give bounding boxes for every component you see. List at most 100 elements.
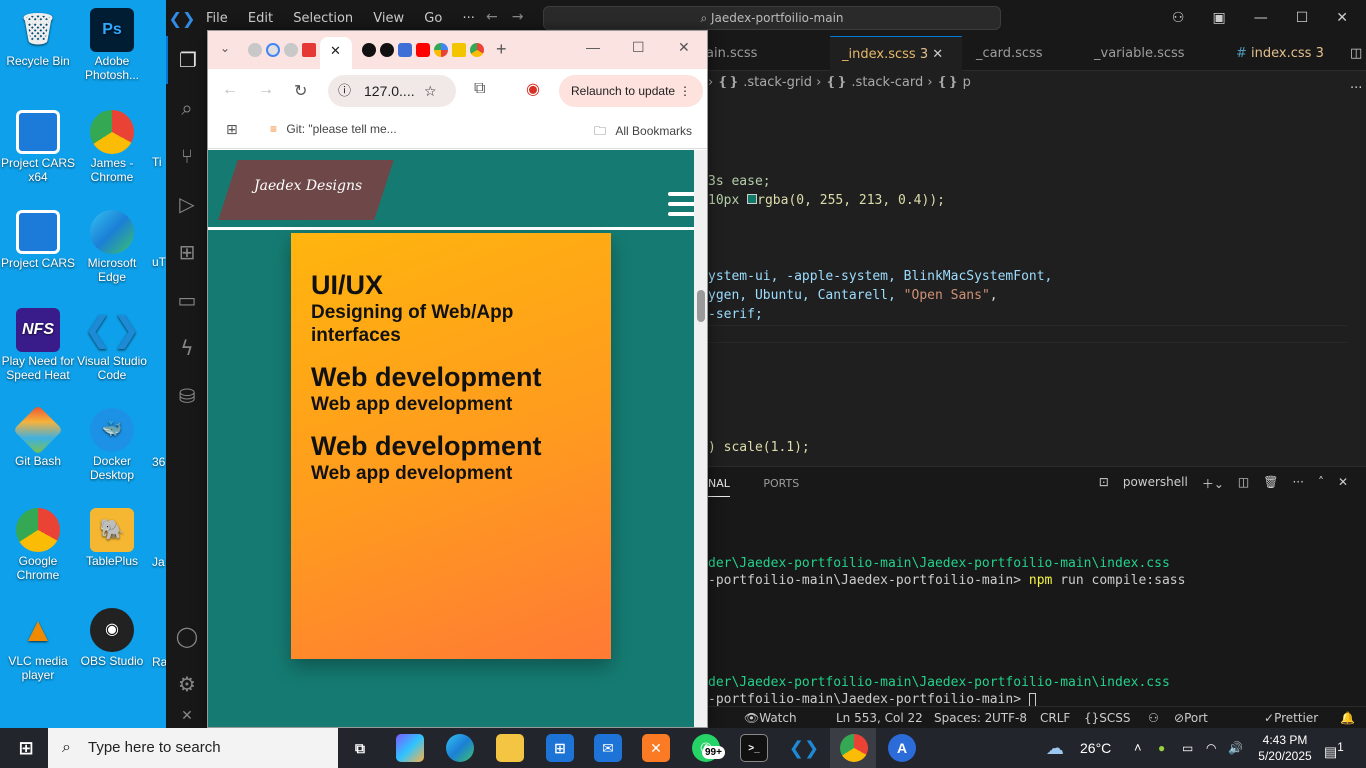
tab-ports[interactable]: PORTS xyxy=(763,477,799,490)
more-icon[interactable]: ··· xyxy=(1292,475,1303,492)
relaunch-to-update-button[interactable]: Relaunch to update ⋮ xyxy=(559,75,703,107)
weather-temp[interactable]: 26°C xyxy=(1080,728,1111,768)
start-windows-icon[interactable]: ⊞ xyxy=(12,734,40,762)
tab-variable-scss[interactable]: _variable.scss xyxy=(1082,36,1197,71)
site-logo-text[interactable]: Jaedex Designs xyxy=(254,178,362,194)
copilot-icon[interactable]: ⚇ xyxy=(1172,10,1185,26)
new-tab-icon[interactable]: + xyxy=(496,39,507,60)
xampp-icon[interactable]: ✕ xyxy=(642,734,670,762)
shell-name[interactable]: powershell xyxy=(1123,475,1188,492)
reload-icon[interactable]: ↻ xyxy=(294,81,307,101)
openai-favicon-icon[interactable] xyxy=(380,43,394,57)
stack-favicon-icon[interactable] xyxy=(452,43,466,57)
battery-icon[interactable]: ▭ xyxy=(1182,728,1193,768)
mail-icon[interactable]: ✉ xyxy=(594,734,622,762)
menu-view[interactable]: View xyxy=(373,11,404,26)
weather-icon[interactable]: ☁ xyxy=(1046,728,1064,768)
tab-index-css[interactable]: # index.css 3 xyxy=(1224,36,1336,71)
back-arrow-icon[interactable]: ← xyxy=(486,9,512,25)
menu-selection[interactable]: Selection xyxy=(293,11,353,26)
tray-app-icon[interactable]: ● xyxy=(1158,728,1165,768)
line-endings[interactable]: CRLF xyxy=(1040,707,1070,729)
openai-favicon-icon[interactable] xyxy=(362,43,376,57)
tray-chevron-icon[interactable]: ˄ xyxy=(1134,728,1142,768)
close-window-icon[interactable]: ✕ xyxy=(678,39,690,56)
menu-more[interactable]: ··· xyxy=(462,11,474,26)
active-tab[interactable]: ✕ xyxy=(320,37,352,69)
settings-gear-icon[interactable]: ⚙ xyxy=(166,660,208,708)
jb-favicon-icon[interactable] xyxy=(398,43,412,57)
language-mode[interactable]: {} SCSS xyxy=(1084,707,1131,729)
tab-main-scss[interactable]: ain.scss xyxy=(702,36,761,71)
bookmark-star-icon[interactable]: ☆ xyxy=(424,75,437,107)
app-taskbar-icon[interactable]: A xyxy=(888,734,916,762)
extensions-puzzle-icon[interactable]: ⧉ xyxy=(474,80,485,98)
split-terminal-icon[interactable]: ◫ xyxy=(1238,475,1249,492)
tab-card-scss[interactable]: _card.scss xyxy=(964,36,1055,71)
hamburger-menu-icon[interactable] xyxy=(668,192,694,222)
database-icon[interactable]: ⛁ xyxy=(166,372,208,420)
new-terminal-icon[interactable]: ＋⌄ xyxy=(1202,475,1224,492)
maximize-panel-icon[interactable]: ˄ xyxy=(1318,475,1324,492)
site-info-icon[interactable]: ⓘ xyxy=(338,75,351,107)
split-editor-icon[interactable]: ◫ ··· xyxy=(1338,36,1366,96)
notifications-bell-icon[interactable]: 🔔 xyxy=(1340,707,1355,729)
google-favicon-icon[interactable] xyxy=(266,43,280,57)
remote-icon[interactable]: ✕ xyxy=(166,704,208,728)
close-icon[interactable]: ✕ xyxy=(1336,10,1348,26)
chrome-taskbar-icon[interactable] xyxy=(840,734,868,762)
minimize-icon[interactable]: — xyxy=(1254,10,1268,26)
microsoft-store-icon[interactable]: ⊞ xyxy=(546,734,574,762)
maximize-icon[interactable]: ☐ xyxy=(632,39,645,56)
encoding[interactable]: UTF-8 xyxy=(992,707,1027,729)
menu-file[interactable]: File xyxy=(206,11,228,26)
desktop-icon-vscode[interactable]: ❮❯ Visual Studio Code xyxy=(74,308,150,382)
page-scrollbar[interactable] xyxy=(694,150,707,727)
source-control-icon[interactable]: ⑂ xyxy=(166,132,208,180)
thunder-icon[interactable]: ϟ xyxy=(166,324,208,372)
copilot-taskbar-icon[interactable] xyxy=(396,734,424,762)
forward-icon[interactable]: → xyxy=(258,81,274,99)
copilot-status-icon[interactable]: ⚇ xyxy=(1148,707,1159,729)
notification-center-icon[interactable]: ▤1 xyxy=(1324,728,1344,768)
desktop-icon-vlc[interactable]: ▲ VLC media player xyxy=(0,608,76,682)
extensions-icon[interactable]: ⊞ xyxy=(166,228,208,276)
terminal-line[interactable]: -portfoilio-main\Jaedex-portfoilio-main> xyxy=(708,692,1036,707)
tab-search-chevron-icon[interactable]: ⌄ xyxy=(220,41,230,55)
favicon-icon[interactable] xyxy=(248,43,262,57)
desktop-icon-tableplus[interactable]: 🐘 TablePlus xyxy=(74,508,150,568)
apps-grid-icon[interactable]: ⊞ xyxy=(226,121,238,138)
run-debug-icon[interactable]: ▷ xyxy=(166,180,208,228)
desktop-icon-edge[interactable]: Microsoft Edge xyxy=(74,210,150,284)
task-view-icon[interactable]: ⧉ xyxy=(346,734,374,762)
maximize-icon[interactable]: ☐ xyxy=(1296,10,1309,26)
clock[interactable]: 4:43 PM 5/20/2025 xyxy=(1256,728,1314,768)
forward-arrow-icon[interactable]: → xyxy=(512,9,538,25)
minimize-icon[interactable]: — xyxy=(586,39,600,55)
scrollbar-thumb[interactable] xyxy=(697,290,705,322)
command-center-search[interactable]: ⌕ Jaedex-portfoilio-main xyxy=(543,6,1001,30)
desktop-icon-project-cars-x64[interactable]: Project CARS x64 xyxy=(0,110,76,184)
back-icon[interactable]: ← xyxy=(222,81,238,99)
desktop-icon-git-bash[interactable]: Git Bash xyxy=(0,405,76,468)
close-panel-icon[interactable]: ✕ xyxy=(1338,475,1348,492)
all-bookmarks-button[interactable]: 🗀 All Bookmarks xyxy=(594,122,692,143)
terminal-taskbar-icon[interactable]: >_ xyxy=(740,734,768,762)
edge-taskbar-icon[interactable] xyxy=(446,734,474,762)
desktop-icon-docker[interactable]: 🐳 Docker Desktop xyxy=(74,408,150,482)
chrome-menu-icon[interactable]: ⋮ xyxy=(679,75,691,107)
desktop-icon-photoshop[interactable]: Ps Adobe Photosh... xyxy=(74,8,150,82)
explorer-icon[interactable]: ❐ xyxy=(166,36,208,84)
profile-avatar-icon[interactable]: ◉ xyxy=(526,79,540,99)
close-tab-icon[interactable]: ✕ xyxy=(330,43,341,59)
favicon-icon[interactable] xyxy=(284,43,298,57)
account-icon[interactable]: ◯ xyxy=(166,612,208,660)
youtube-favicon-icon[interactable] xyxy=(416,43,430,57)
tab-index-scss[interactable]: _index.scss 3 ✕ xyxy=(830,36,962,71)
wifi-icon[interactable]: ◠ xyxy=(1206,728,1216,768)
trash-icon[interactable]: 🗑 xyxy=(1263,475,1278,492)
color-swatch-icon[interactable] xyxy=(747,194,758,204)
taskbar-search[interactable]: ⌕ Type here to search xyxy=(48,728,338,768)
netflix-favicon-icon[interactable] xyxy=(302,43,316,57)
search-icon[interactable]: ⌕ xyxy=(166,84,208,132)
